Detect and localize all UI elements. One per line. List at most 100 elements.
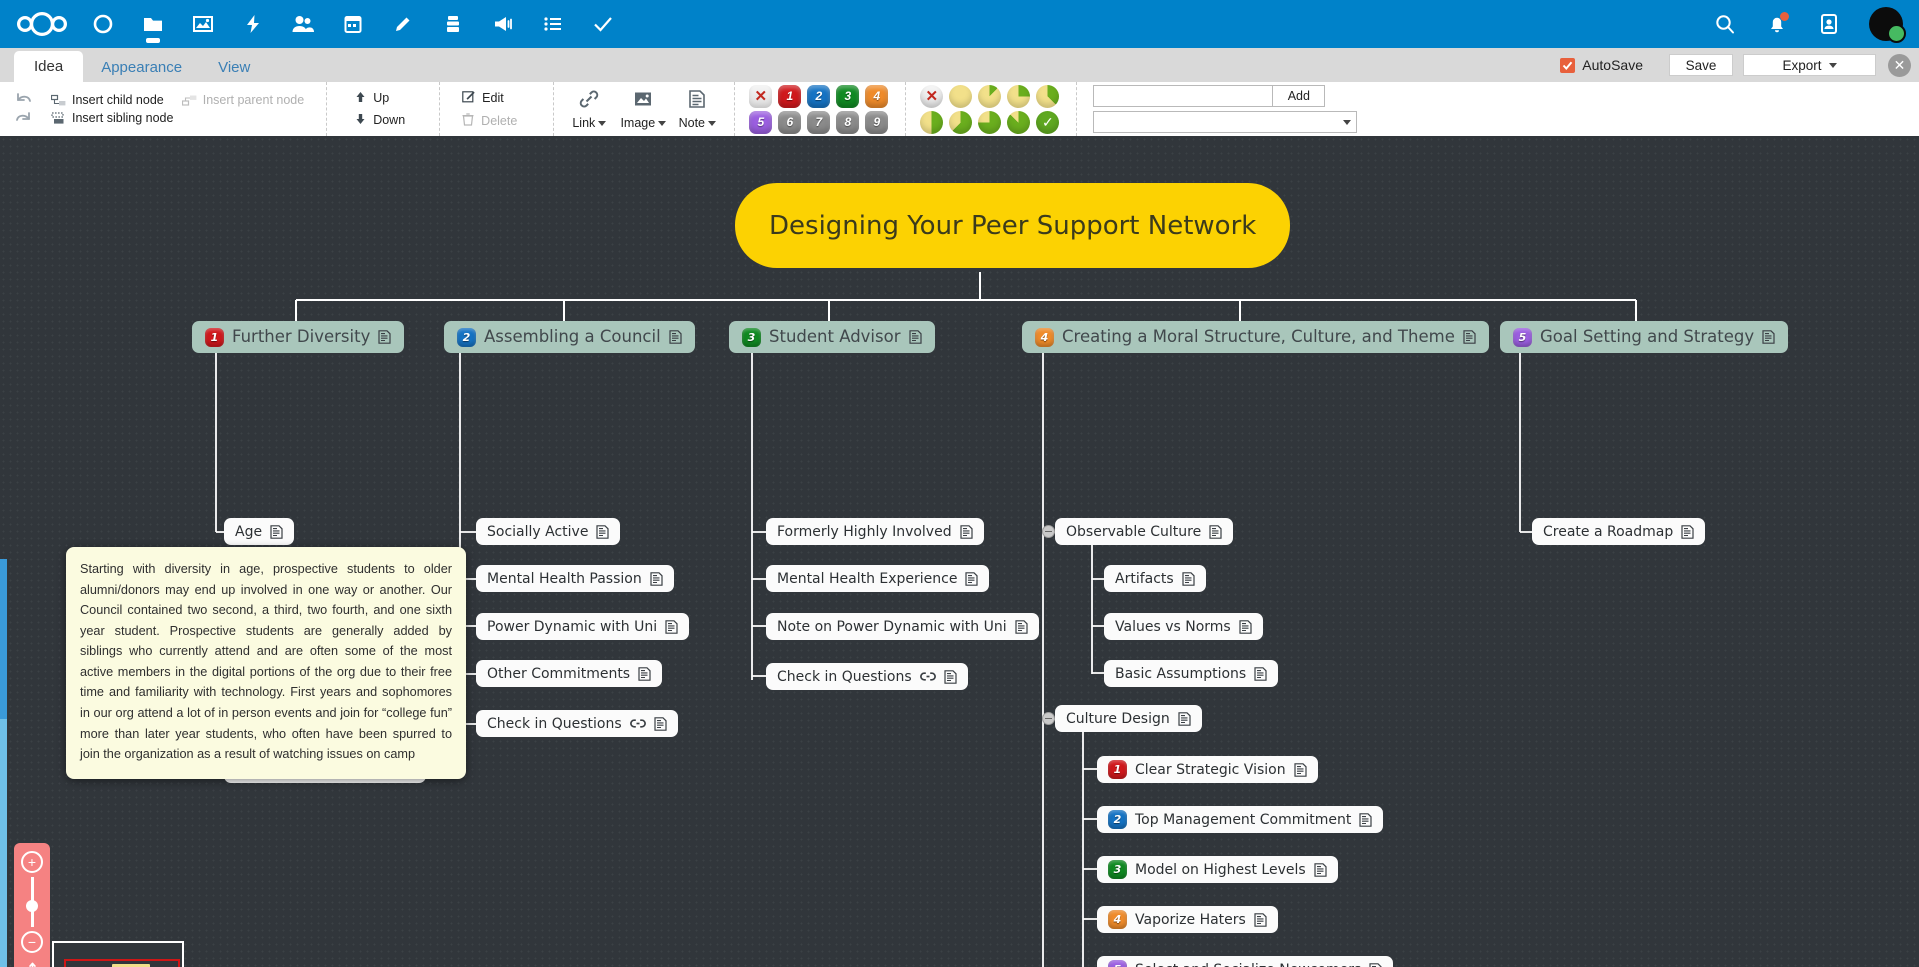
mindmap-node-4-1-3[interactable]: Basic Assumptions [1104, 660, 1278, 687]
user-avatar[interactable] [1869, 7, 1903, 41]
mindmap-node-2-1[interactable]: Socially Active [476, 518, 620, 545]
note-icon[interactable] [1681, 525, 1694, 539]
autosave-checkbox[interactable] [1560, 58, 1575, 73]
progress-25-icon[interactable] [1007, 85, 1030, 108]
note-icon[interactable] [270, 525, 283, 539]
progress-0-icon[interactable] [949, 85, 972, 108]
insert-child-node-button[interactable]: Insert child node Insert parent node [51, 93, 304, 107]
mindmap-node-4-2-5[interactable]: 5Select and Socialize Newcomers [1097, 956, 1393, 967]
badge-1-icon[interactable]: 1 [778, 85, 801, 108]
dashboard-icon[interactable] [78, 0, 128, 48]
move-down-button[interactable]: Down [355, 113, 405, 128]
progress-clear-icon[interactable]: ✕ [920, 85, 943, 108]
export-button[interactable]: Export [1743, 54, 1876, 76]
link-button[interactable]: Link [562, 88, 616, 130]
badge-5-icon[interactable]: 5 [749, 111, 772, 134]
photos-icon[interactable] [178, 0, 228, 48]
badge-3-icon[interactable]: 3 [836, 85, 859, 108]
collapse-toggle-icon[interactable] [1042, 525, 1055, 538]
note-icon[interactable] [944, 670, 957, 684]
minimap[interactable] [52, 941, 184, 967]
mindmap-node-2-4[interactable]: Other Commitments [476, 660, 662, 687]
mindmap-node-5-1[interactable]: Create a Roadmap [1532, 518, 1705, 545]
note-icon[interactable] [654, 717, 667, 731]
mindmap-node-3-2[interactable]: Mental Health Experience [766, 565, 989, 592]
badge-6-icon[interactable]: 6 [778, 111, 801, 134]
mindmap-branch-2[interactable]: 2Assembling a Council [444, 321, 695, 353]
note-icon[interactable] [1254, 913, 1267, 927]
mindmap-node-4-1-1[interactable]: Artifacts [1104, 565, 1206, 592]
mindmap-node-4-2[interactable]: Culture Design [1055, 705, 1202, 732]
save-button[interactable]: Save [1669, 54, 1733, 76]
calendar-icon[interactable] [328, 0, 378, 48]
note-icon[interactable] [378, 330, 391, 344]
badge-2-icon[interactable]: 2 [807, 85, 830, 108]
mindmap-branch-3[interactable]: 3Student Advisor [729, 321, 935, 353]
mindmap-node-3-1[interactable]: Formerly Highly Involved [766, 518, 984, 545]
mindmap-node-4-2-3[interactable]: 3Model on Highest Levels [1097, 856, 1338, 883]
note-icon[interactable] [1369, 963, 1382, 967]
note-button[interactable]: Note [670, 88, 724, 130]
add-select[interactable] [1093, 111, 1357, 133]
notes-icon[interactable] [378, 0, 428, 48]
move-up-button[interactable]: Up [355, 91, 405, 106]
note-icon[interactable] [1463, 330, 1476, 344]
mindmap-branch-5[interactable]: 5Goal Setting and Strategy [1500, 321, 1788, 353]
progress-100-icon[interactable]: ✓ [1036, 111, 1059, 134]
add-button[interactable]: Add [1273, 85, 1325, 107]
contacts-menu-icon[interactable] [1817, 12, 1841, 36]
mindmap-node-2-5[interactable]: Check in Questions [476, 710, 678, 737]
note-icon[interactable] [909, 330, 922, 344]
zoom-out-button[interactable]: − [21, 931, 43, 953]
zoom-in-button[interactable]: + [21, 851, 43, 873]
autosave-toggle[interactable]: AutoSave [1560, 57, 1643, 73]
delete-button[interactable]: Delete [462, 113, 517, 129]
redo-icon[interactable] [14, 110, 33, 127]
notifications-icon[interactable] [1765, 12, 1789, 36]
link-icon[interactable] [630, 718, 646, 729]
zoom-slider[interactable] [31, 877, 34, 927]
badge-clear-icon[interactable]: ✕ [749, 85, 772, 108]
progress-12-icon[interactable] [978, 85, 1001, 108]
zoom-slider-handle[interactable] [26, 900, 38, 912]
note-icon[interactable] [1254, 667, 1267, 681]
mindmap-branch-1[interactable]: 1Further Diversity [192, 321, 404, 353]
note-icon[interactable] [965, 572, 978, 586]
mindmap-node-4-2-2[interactable]: 2Top Management Commitment [1097, 806, 1383, 833]
mindmap-node-4-1[interactable]: Observable Culture [1055, 518, 1233, 545]
mindmap-node-3-3[interactable]: Note on Power Dynamic with Uni [766, 613, 1039, 640]
note-icon[interactable] [960, 525, 973, 539]
tab-idea[interactable]: Idea [14, 51, 83, 82]
activity-icon[interactable] [228, 0, 278, 48]
mindmap-node-3-4[interactable]: Check in Questions [766, 663, 968, 690]
add-input[interactable] [1093, 85, 1273, 107]
zoom-toolbar[interactable]: + − [14, 843, 50, 967]
progress-87-icon[interactable] [1007, 111, 1030, 134]
tasks-icon[interactable] [528, 0, 578, 48]
search-icon[interactable] [1713, 12, 1737, 36]
nextcloud-logo[interactable] [16, 7, 72, 41]
note-icon[interactable] [1314, 863, 1327, 877]
announcement-icon[interactable] [478, 0, 528, 48]
badge-9-icon[interactable]: 9 [865, 111, 888, 134]
progress-50-icon[interactable] [920, 111, 943, 134]
image-button[interactable]: Image [616, 88, 670, 130]
badge-8-icon[interactable]: 8 [836, 111, 859, 134]
mindmap-canvas[interactable]: Designing Your Peer Support Network 1Furt… [0, 136, 1919, 967]
mindmap-node-4-2-4[interactable]: 4Vaporize Haters [1097, 906, 1278, 933]
mindmap-branch-4[interactable]: 4Creating a Moral Structure, Culture, an… [1022, 321, 1489, 353]
progress-37-icon[interactable] [1036, 85, 1059, 108]
note-icon[interactable] [665, 620, 678, 634]
tab-view[interactable]: View [200, 54, 268, 82]
undo-icon[interactable] [14, 91, 33, 108]
mindmap-node-4-2-1[interactable]: 1Clear Strategic Vision [1097, 756, 1318, 783]
edit-button[interactable]: Edit [462, 90, 517, 106]
insert-sibling-node-button[interactable]: Insert sibling node [51, 111, 304, 125]
note-icon[interactable] [1239, 620, 1252, 634]
collapse-toggle-icon[interactable] [1042, 712, 1055, 725]
note-icon[interactable] [1209, 525, 1222, 539]
mindmap-root-node[interactable]: Designing Your Peer Support Network [735, 183, 1290, 268]
progress-62-icon[interactable] [949, 111, 972, 134]
note-icon[interactable] [1294, 763, 1307, 777]
note-icon[interactable] [638, 667, 651, 681]
